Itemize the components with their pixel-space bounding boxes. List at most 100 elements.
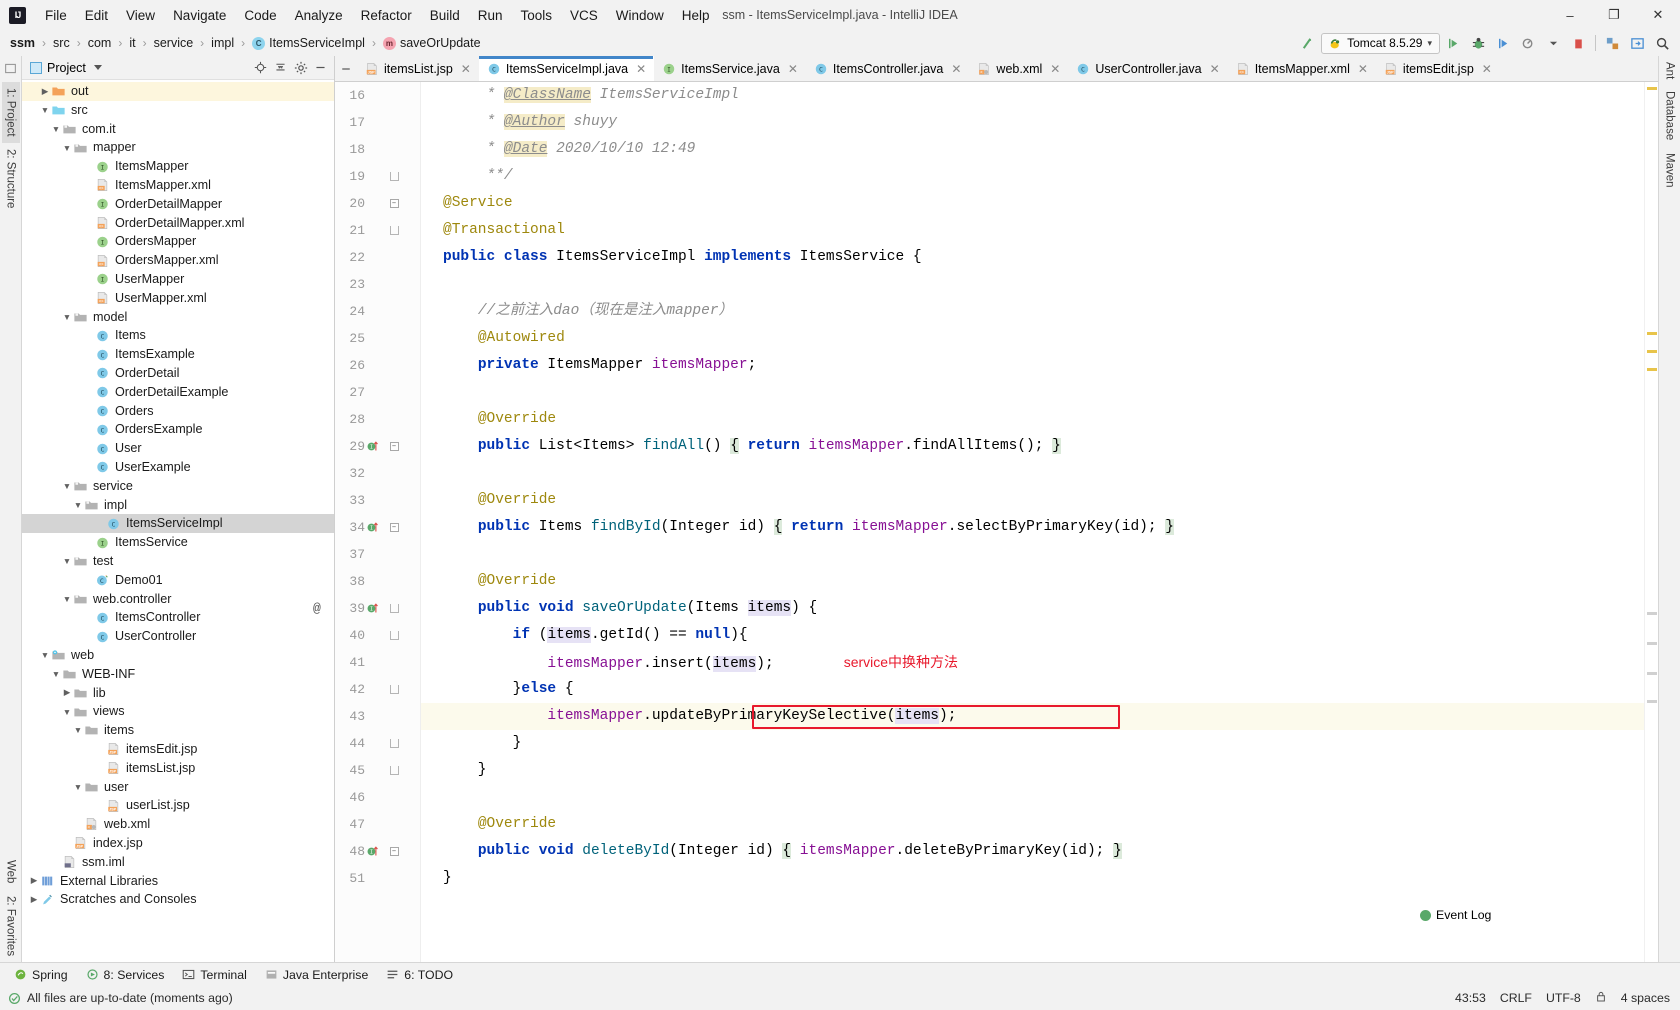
run-with-coverage-icon[interactable] [1492, 33, 1515, 54]
fold-region-icon[interactable] [389, 766, 399, 775]
code-line[interactable]: @Override [421, 487, 1644, 514]
tree-node-itemsmapper[interactable]: I ItemsMapper [22, 157, 334, 176]
bottom-tool-spring[interactable]: Spring [6, 966, 76, 984]
fold-region-icon[interactable] [389, 739, 399, 748]
menu-item-window[interactable]: Window [607, 5, 673, 26]
editor-tab-itemslist-jsp[interactable]: JSP itemsList.jsp ✕ [357, 56, 479, 81]
tree-node-orders[interactable]: C Orders [22, 402, 334, 421]
close-icon[interactable]: ✕ [1358, 62, 1368, 76]
menu-item-run[interactable]: Run [469, 5, 512, 26]
chevron-down-icon[interactable] [93, 65, 102, 70]
collapse-all-icon[interactable] [271, 58, 290, 77]
editor-scroll-markers[interactable] [1644, 82, 1658, 962]
lock-icon[interactable] [1595, 990, 1607, 1006]
code-line[interactable]: **/ [421, 163, 1644, 190]
gutter-marker[interactable]: I [365, 601, 385, 616]
code-line[interactable] [421, 541, 1644, 568]
chevron-down-icon[interactable]: ▼ [61, 707, 73, 717]
tree-node-itemsserviceimpl[interactable]: C ItemsServiceImpl [22, 514, 334, 534]
tree-node-com-it[interactable]: ▼ com.it [22, 120, 334, 139]
fold-control[interactable]: – [385, 199, 403, 208]
project-panel-title[interactable]: Project [30, 61, 102, 75]
breadcrumb-item-itemsserviceimpl[interactable]: C ItemsServiceImpl [250, 35, 367, 51]
code-line[interactable] [421, 271, 1644, 298]
code-line[interactable]: public class ItemsServiceImpl implements… [421, 244, 1644, 271]
chevron-down-icon[interactable]: ▼ [61, 481, 73, 491]
close-icon[interactable]: ✕ [1210, 62, 1220, 76]
tree-node-web[interactable]: ▼ web [22, 646, 334, 665]
breadcrumb-item-saveorupdate[interactable]: m saveOrUpdate [381, 35, 483, 51]
fold-control[interactable] [385, 685, 403, 694]
breadcrumb-item-com[interactable]: com [86, 35, 114, 51]
tree-node-scratches-and-consoles[interactable]: ▶ Scratches and Consoles [22, 890, 334, 909]
tool-tab-database[interactable]: Database [1661, 85, 1679, 146]
tree-node-views[interactable]: ▼ views [22, 702, 334, 721]
fold-region-icon[interactable] [389, 604, 399, 613]
tree-node-ordersmapper-xml[interactable]: <> OrdersMapper.xml [22, 251, 334, 270]
build-icon[interactable] [1296, 33, 1319, 54]
tree-node-lib[interactable]: ▶ lib [22, 684, 334, 703]
code-line[interactable]: } [421, 730, 1644, 757]
caret-position[interactable]: 43:53 [1455, 991, 1486, 1005]
chevron-down-icon[interactable]: ▼ [50, 669, 62, 679]
code-line[interactable]: private ItemsMapper itemsMapper; [421, 352, 1644, 379]
code-line[interactable]: @Autowired [421, 325, 1644, 352]
chevron-right-icon[interactable]: ▶ [28, 894, 40, 905]
code-line[interactable]: itemsMapper.updateByPrimaryKeySelective(… [421, 703, 1644, 730]
chevron-right-icon[interactable]: ▶ [28, 875, 40, 886]
chevron-down-icon[interactable]: ▼ [50, 124, 62, 134]
code-line[interactable] [421, 784, 1644, 811]
tree-node-userlist-jsp[interactable]: JSP userList.jsp [22, 796, 334, 815]
debug-icon[interactable] [1467, 33, 1490, 54]
search-everywhere-icon[interactable] [1651, 33, 1674, 54]
settings-gear-icon[interactable] [291, 58, 310, 77]
code-content[interactable]: * @ClassName ItemsServiceImpl * @Author … [421, 82, 1644, 962]
breadcrumb-item-impl[interactable]: impl [209, 35, 236, 51]
bottom-tool-java-enterprise[interactable]: Java Enterprise [257, 966, 376, 984]
code-line[interactable]: itemsMapper.insert(items); service中换种方法 [421, 649, 1644, 676]
tree-node-items[interactable]: C Items [22, 326, 334, 345]
tree-node-src[interactable]: ▼ src [22, 101, 334, 120]
tool-tab-project[interactable]: 1: Project [1, 82, 20, 143]
run-configuration-selector[interactable]: Tomcat 8.5.29 ▾ [1321, 32, 1440, 54]
code-line[interactable]: @Override [421, 406, 1644, 433]
deploy-icon[interactable] [1601, 33, 1624, 54]
close-button[interactable]: ✕ [1636, 0, 1680, 30]
tree-node-mapper[interactable]: ▼ mapper [22, 138, 334, 157]
tree-node-items[interactable]: ▼ items [22, 721, 334, 740]
project-tree[interactable]: ▶ out ▼ src ▼ com.it ▼ mapper I ItemsMapper <> It… [22, 80, 334, 962]
tree-node-usercontroller[interactable]: C UserController [22, 627, 334, 646]
chevron-down-icon[interactable]: ▼ [72, 782, 84, 792]
editor-gutter[interactable]: 16 17 18 19 20–21 22 23 24 25 26 27 28 29 I –32 33 34 I –3… [313, 82, 421, 962]
locate-icon[interactable] [251, 58, 270, 77]
close-icon[interactable]: ✕ [788, 62, 798, 76]
code-line[interactable]: @Override [421, 568, 1644, 595]
menu-item-help[interactable]: Help [673, 5, 719, 26]
bottom-tool-terminal[interactable]: Terminal [174, 966, 254, 984]
breadcrumb-item-ssm[interactable]: ssm [8, 35, 37, 51]
tree-node-itemslist-jsp[interactable]: JSP itemsList.jsp [22, 759, 334, 778]
tree-node-demo01[interactable]: C Demo01 [22, 571, 334, 590]
close-icon[interactable]: ✕ [636, 62, 646, 76]
fold-region-icon[interactable] [389, 226, 399, 235]
menu-item-edit[interactable]: Edit [76, 5, 117, 26]
chevron-right-icon[interactable]: ▶ [61, 687, 73, 698]
tool-tab-structure[interactable]: 2: Structure [2, 143, 20, 214]
fold-collapse-icon[interactable]: – [389, 523, 399, 532]
fold-collapse-icon[interactable]: – [389, 442, 399, 451]
code-line[interactable] [421, 379, 1644, 406]
editor-tab-itemscontroller-java[interactable]: C ItemsController.java ✕ [806, 56, 970, 81]
code-line[interactable]: public void saveOrUpdate(Items items) { [421, 595, 1644, 622]
tool-tab-web[interactable]: Web [2, 854, 20, 889]
code-editor[interactable]: 16 17 18 19 20–21 22 23 24 25 26 27 28 29 I –32 33 34 I –3… [313, 82, 1658, 962]
fold-region-icon[interactable] [389, 685, 399, 694]
code-line[interactable]: if (items.getId() == null){ [421, 622, 1644, 649]
menu-item-view[interactable]: View [117, 5, 164, 26]
tree-node-itemscontroller[interactable]: C ItemsController [22, 608, 334, 627]
fold-control[interactable] [385, 172, 403, 181]
chevron-down-icon[interactable]: ▼ [39, 105, 51, 115]
tree-node-web-xml[interactable]: < web.xml [22, 815, 334, 834]
fold-control[interactable] [385, 739, 403, 748]
close-icon[interactable]: ✕ [951, 62, 961, 76]
tree-node-external-libraries[interactable]: ▶ External Libraries [22, 871, 334, 890]
